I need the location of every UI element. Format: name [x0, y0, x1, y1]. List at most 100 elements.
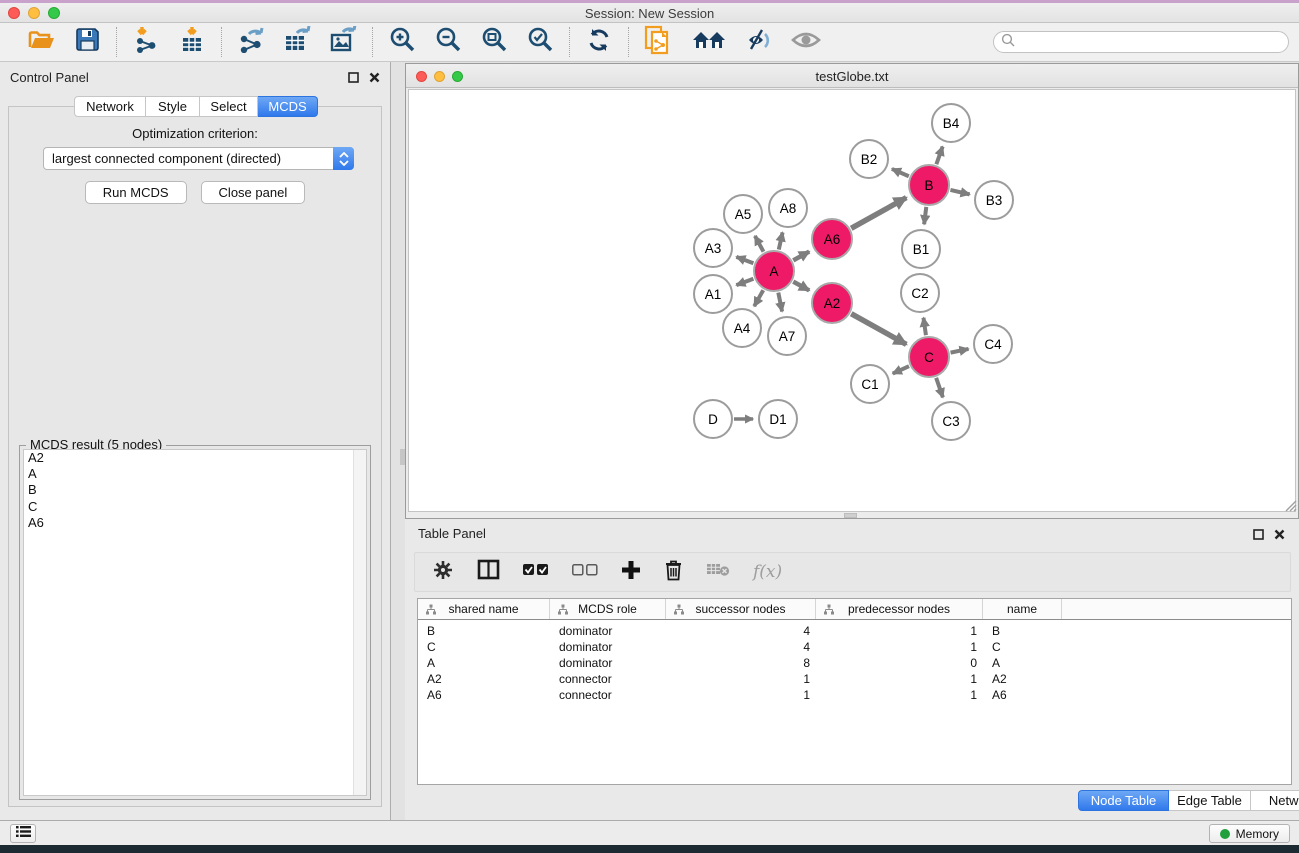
optimization-criterion-select[interactable]: largest connected component (directed) [43, 147, 354, 170]
column-header-shared-name[interactable]: shared name [418, 599, 550, 619]
network-edge-A-A4[interactable] [754, 290, 763, 306]
table-cell[interactable]: 0 [816, 656, 983, 670]
table-cell[interactable]: 8 [666, 656, 816, 670]
table-cell[interactable]: A [983, 656, 1062, 670]
network-edge-C-C2[interactable] [923, 318, 925, 335]
float-panel-icon[interactable] [1253, 527, 1264, 545]
network-edge-A2-C[interactable] [851, 314, 906, 345]
table-cell[interactable]: 1 [816, 672, 983, 686]
table-cell[interactable]: dominator [550, 656, 666, 670]
table-cell[interactable]: A2 [983, 672, 1062, 686]
mcds-result-item[interactable]: C [24, 499, 366, 515]
network-node-C4[interactable]: C4 [973, 324, 1013, 364]
network-node-D1[interactable]: D1 [758, 399, 798, 439]
network-node-D[interactable]: D [693, 399, 733, 439]
network-node-B1[interactable]: B1 [901, 229, 941, 269]
column-header-successor-nodes[interactable]: successor nodes [666, 599, 816, 619]
search-input[interactable] [1015, 33, 1288, 51]
table-cell[interactable]: 4 [666, 640, 816, 654]
float-panel-icon[interactable] [348, 70, 359, 88]
table-cell[interactable]: A2 [418, 672, 550, 686]
network-node-C[interactable]: C [908, 336, 950, 378]
table-cell[interactable]: B [418, 624, 550, 638]
network-node-A1[interactable]: A1 [693, 274, 733, 314]
mcds-result-list[interactable]: A2ABCA6 [23, 449, 367, 796]
table-row[interactable]: Cdominator41C [418, 639, 1291, 655]
network-node-B[interactable]: B [908, 164, 950, 206]
table-row[interactable]: Bdominator41B [418, 623, 1291, 639]
zoom-in-button[interactable] [387, 27, 417, 57]
save-session-button[interactable] [72, 27, 102, 57]
network-edge-B-B1[interactable] [924, 207, 926, 224]
network-node-B3[interactable]: B3 [974, 180, 1014, 220]
table-options-button[interactable] [432, 559, 454, 586]
network-edge-A6-B[interactable] [851, 198, 906, 229]
table-cell[interactable]: C [983, 640, 1062, 654]
hide-all-columns-button[interactable] [572, 563, 598, 581]
network-edge-C-C4[interactable] [951, 349, 969, 353]
show-all-columns-button[interactable] [523, 563, 549, 581]
mcds-list-scrollbar[interactable] [353, 450, 366, 795]
export-image-button[interactable] [328, 27, 358, 57]
delete-table-button[interactable] [706, 562, 730, 582]
network-edge-B-B3[interactable] [950, 190, 969, 194]
network-edge-A-A1[interactable] [736, 279, 753, 285]
mcds-result-item[interactable]: A6 [24, 515, 366, 531]
network-edge-B-B4[interactable] [936, 147, 942, 165]
export-network-button[interactable] [236, 27, 266, 57]
network-node-C3[interactable]: C3 [931, 401, 971, 441]
network-node-A7[interactable]: A7 [767, 316, 807, 356]
network-edge-A-A8[interactable] [779, 232, 783, 249]
zoom-selected-button[interactable] [525, 27, 555, 57]
tab-node-table[interactable]: Node Table [1078, 790, 1169, 811]
table-cell[interactable]: A [418, 656, 550, 670]
network-edge-A-A2[interactable] [793, 282, 809, 291]
table-cell[interactable]: connector [550, 672, 666, 686]
network-node-C1[interactable]: C1 [850, 364, 890, 404]
resize-grip[interactable] [1284, 499, 1297, 517]
table-cell[interactable]: connector [550, 688, 666, 702]
apply-layout-button[interactable] [584, 27, 614, 57]
network-edge-A-A5[interactable] [755, 236, 764, 252]
network-edge-C-C3[interactable] [936, 378, 943, 398]
column-header-name[interactable]: name [983, 599, 1062, 619]
network-node-A3[interactable]: A3 [693, 228, 733, 268]
delete-columns-button[interactable] [664, 559, 683, 586]
mcds-result-item[interactable]: B [24, 482, 366, 498]
duplicate-network-button[interactable] [643, 27, 673, 57]
network-node-B4[interactable]: B4 [931, 103, 971, 143]
show-all-button[interactable] [689, 27, 729, 57]
network-node-A2[interactable]: A2 [811, 282, 853, 324]
show-task-history-button[interactable] [10, 824, 36, 843]
export-table-button[interactable] [282, 27, 312, 57]
toggle-panel-view-button[interactable] [477, 559, 500, 585]
search-field[interactable] [993, 31, 1289, 53]
close-panel-button[interactable]: Close panel [201, 181, 306, 204]
close-panel-icon[interactable] [1274, 527, 1285, 545]
table-cell[interactable]: 1 [816, 624, 983, 638]
table-cell[interactable]: dominator [550, 640, 666, 654]
tab-select[interactable]: Select [200, 96, 258, 117]
mcds-result-item[interactable]: A [24, 466, 366, 482]
tab-network[interactable]: Network [74, 96, 146, 117]
network-edge-C-C1[interactable] [893, 366, 909, 373]
table-cell[interactable]: 1 [666, 688, 816, 702]
network-node-A[interactable]: A [753, 250, 795, 292]
table-cell[interactable]: 4 [666, 624, 816, 638]
function-builder-button[interactable]: f(x) [753, 562, 782, 582]
network-node-A5[interactable]: A5 [723, 194, 763, 234]
network-node-A4[interactable]: A4 [722, 308, 762, 348]
tab-network-table[interactable]: Network Table [1251, 790, 1299, 811]
zoom-out-button[interactable] [433, 27, 463, 57]
import-network-button[interactable] [131, 27, 161, 57]
show-selected-button[interactable] [791, 27, 821, 57]
table-cell[interactable]: B [983, 624, 1062, 638]
create-column-button[interactable] [621, 560, 641, 585]
table-cell[interactable]: C [418, 640, 550, 654]
table-cell[interactable]: 1 [816, 688, 983, 702]
table-cell[interactable]: A6 [418, 688, 550, 702]
column-header-mcds-role[interactable]: MCDS role [550, 599, 666, 619]
column-header-predecessor-nodes[interactable]: predecessor nodes [816, 599, 983, 619]
run-mcds-button[interactable]: Run MCDS [85, 181, 187, 204]
table-cell[interactable]: A6 [983, 688, 1062, 702]
